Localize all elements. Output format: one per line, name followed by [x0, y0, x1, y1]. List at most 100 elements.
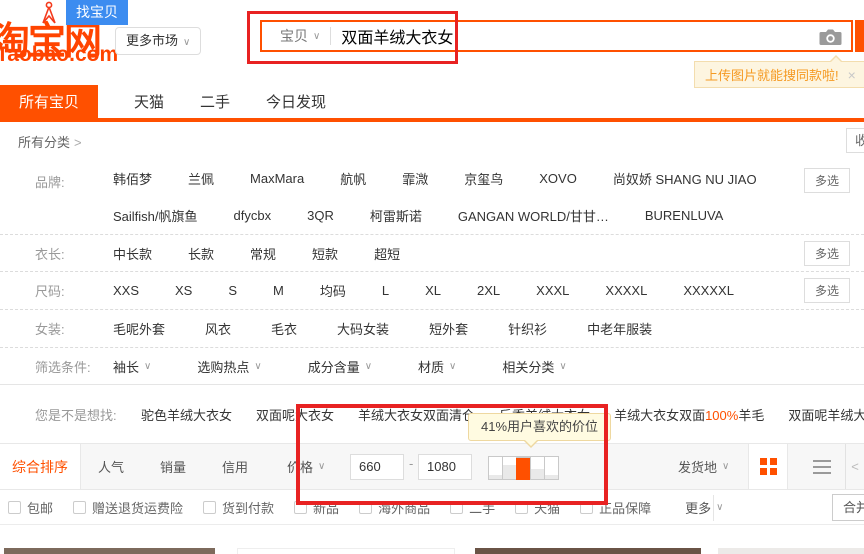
- women-option[interactable]: 短外套: [429, 319, 468, 338]
- length-option[interactable]: 超短: [374, 244, 400, 263]
- checkbox-overseas[interactable]: 海外商品: [359, 498, 430, 517]
- tab-today-discovery[interactable]: 今日发现: [266, 85, 326, 118]
- more-markets-button[interactable]: 更多市场∨: [115, 27, 201, 55]
- grid-view-toggle[interactable]: [748, 444, 788, 489]
- checkbox-icon[interactable]: [73, 501, 86, 514]
- histogram-bar[interactable]: [502, 456, 517, 480]
- size-option[interactable]: XXXL: [536, 283, 569, 298]
- dropdown-material[interactable]: 材质∨: [418, 357, 456, 376]
- product-card-image[interactable]: [237, 548, 455, 554]
- size-option[interactable]: 均码: [320, 281, 346, 300]
- brand-option[interactable]: MaxMara: [250, 171, 304, 186]
- brand-option[interactable]: Sailfish/帆旗鱼: [113, 206, 198, 225]
- checkbox-icon[interactable]: [580, 501, 593, 514]
- camera-icon[interactable]: [819, 28, 842, 46]
- dropdown-sleeve-length[interactable]: 袖长∨: [113, 357, 151, 376]
- suggestion-link[interactable]: 双面呢羊绒大衣: [788, 405, 864, 424]
- checkbox-new[interactable]: 新品: [294, 498, 339, 517]
- women-option[interactable]: 针织衫: [508, 319, 547, 338]
- size-option[interactable]: XL: [425, 283, 441, 298]
- brand-option[interactable]: GANGAN WORLD/甘甘…: [458, 206, 609, 225]
- size-option[interactable]: XS: [175, 283, 192, 298]
- taobao-logo-en[interactable]: Taobao.com: [0, 43, 118, 67]
- checkbox-icon[interactable]: [8, 501, 21, 514]
- women-option[interactable]: 大码女装: [337, 319, 389, 338]
- suggestion-link[interactable]: 羊绒大衣女双面100%羊毛: [614, 405, 764, 424]
- length-option[interactable]: 短款: [312, 244, 338, 263]
- brand-option[interactable]: 柯雷斯诺: [370, 206, 422, 225]
- search-type-dropdown[interactable]: 宝贝: [280, 26, 308, 46]
- checkbox-free-shipping[interactable]: 包邮: [8, 498, 53, 517]
- histogram-bar[interactable]: [544, 456, 559, 480]
- multi-select-button[interactable]: 多选: [804, 278, 850, 303]
- size-option[interactable]: XXS: [113, 283, 139, 298]
- size-option[interactable]: L: [382, 283, 389, 298]
- chevron-left-icon[interactable]: <: [845, 444, 864, 489]
- size-option[interactable]: S: [228, 283, 237, 298]
- checkbox-icon[interactable]: [203, 501, 216, 514]
- checkbox-icon[interactable]: [359, 501, 372, 514]
- product-card-image[interactable]: [4, 548, 215, 554]
- find-item-badge[interactable]: 找宝贝: [66, 0, 128, 25]
- suggestion-link[interactable]: 羊绒大衣女双面清仓: [358, 405, 475, 424]
- women-option[interactable]: 毛衣: [271, 319, 297, 338]
- search-input[interactable]: 双面羊绒大衣女: [341, 24, 453, 48]
- tab-all-items[interactable]: 所有宝贝: [0, 85, 98, 118]
- brand-option[interactable]: dfycbx: [234, 208, 272, 223]
- suggestion-link[interactable]: 驼色羊绒大衣女: [141, 405, 232, 424]
- brand-option[interactable]: 京玺鸟: [464, 169, 503, 188]
- more-filters-dropdown[interactable]: 更多∨: [685, 498, 723, 517]
- histogram-bar[interactable]: [530, 456, 545, 480]
- brand-option[interactable]: XOVO: [539, 171, 577, 186]
- length-option[interactable]: 长款: [188, 244, 214, 263]
- ship-from-dropdown[interactable]: 发货地∨: [678, 444, 729, 489]
- brand-option[interactable]: 兰佩: [188, 169, 214, 188]
- product-card-image[interactable]: [718, 548, 864, 554]
- women-option[interactable]: 中老年服装: [587, 319, 652, 338]
- suggestion-link[interactable]: 双面呢大衣女: [256, 405, 334, 424]
- checkbox-secondhand[interactable]: 二手: [450, 498, 495, 517]
- checkbox-tmall[interactable]: 天猫: [515, 498, 560, 517]
- size-option[interactable]: M: [273, 283, 284, 298]
- price-histogram-slider[interactable]: [488, 454, 565, 480]
- size-option[interactable]: 2XL: [477, 283, 500, 298]
- length-option[interactable]: 中长款: [113, 244, 152, 263]
- checkbox-icon[interactable]: [450, 501, 463, 514]
- brand-option[interactable]: BURENLUVA: [645, 208, 724, 223]
- close-icon[interactable]: ×: [848, 67, 856, 83]
- breadcrumb[interactable]: 所有分类>: [18, 132, 82, 151]
- brand-option[interactable]: 霏溦: [402, 169, 428, 188]
- histogram-bar-selected[interactable]: [516, 456, 531, 480]
- dropdown-composition[interactable]: 成分含量∨: [308, 357, 372, 376]
- dropdown-related-category[interactable]: 相关分类∨: [502, 357, 566, 376]
- length-option[interactable]: 常规: [250, 244, 276, 263]
- brand-option[interactable]: 韩佰梦: [113, 169, 152, 188]
- checkbox-cod[interactable]: 货到付款: [203, 498, 274, 517]
- product-card-image[interactable]: [475, 548, 701, 554]
- sort-credit[interactable]: 信用: [222, 444, 248, 489]
- size-option[interactable]: XXXXXL: [683, 283, 734, 298]
- brand-option[interactable]: 航帆: [340, 169, 366, 188]
- search-button[interactable]: [855, 20, 864, 52]
- price-min-input[interactable]: 660: [350, 454, 404, 480]
- merge-same-items-button[interactable]: 合并同款: [832, 494, 864, 521]
- sort-popularity[interactable]: 人气: [98, 444, 124, 489]
- sort-comprehensive[interactable]: 综合排序: [0, 444, 81, 489]
- brand-option[interactable]: 3QR: [307, 208, 334, 223]
- women-option[interactable]: 风衣: [205, 319, 231, 338]
- sort-price-dropdown[interactable]: 价格∨: [287, 444, 325, 489]
- sort-sales[interactable]: 销量: [160, 444, 186, 489]
- histogram-bar[interactable]: [488, 456, 503, 480]
- checkbox-return-insurance[interactable]: 赠送退货运费险: [73, 498, 183, 517]
- multi-select-button[interactable]: 多选: [804, 241, 850, 266]
- tab-secondhand[interactable]: 二手: [200, 85, 230, 118]
- multi-select-button[interactable]: 多选: [804, 168, 850, 193]
- size-option[interactable]: XXXXL: [605, 283, 647, 298]
- checkbox-authentic[interactable]: 正品保障: [580, 498, 651, 517]
- dropdown-shopping-hotspot[interactable]: 选购热点∨: [197, 357, 261, 376]
- list-view-toggle[interactable]: [802, 444, 842, 489]
- tab-tmall[interactable]: 天猫: [134, 85, 164, 118]
- checkbox-icon[interactable]: [515, 501, 528, 514]
- search-box[interactable]: 宝贝 ∨ 双面羊绒大衣女: [260, 20, 853, 52]
- collapse-filter-button[interactable]: 收起筛选: [846, 128, 864, 153]
